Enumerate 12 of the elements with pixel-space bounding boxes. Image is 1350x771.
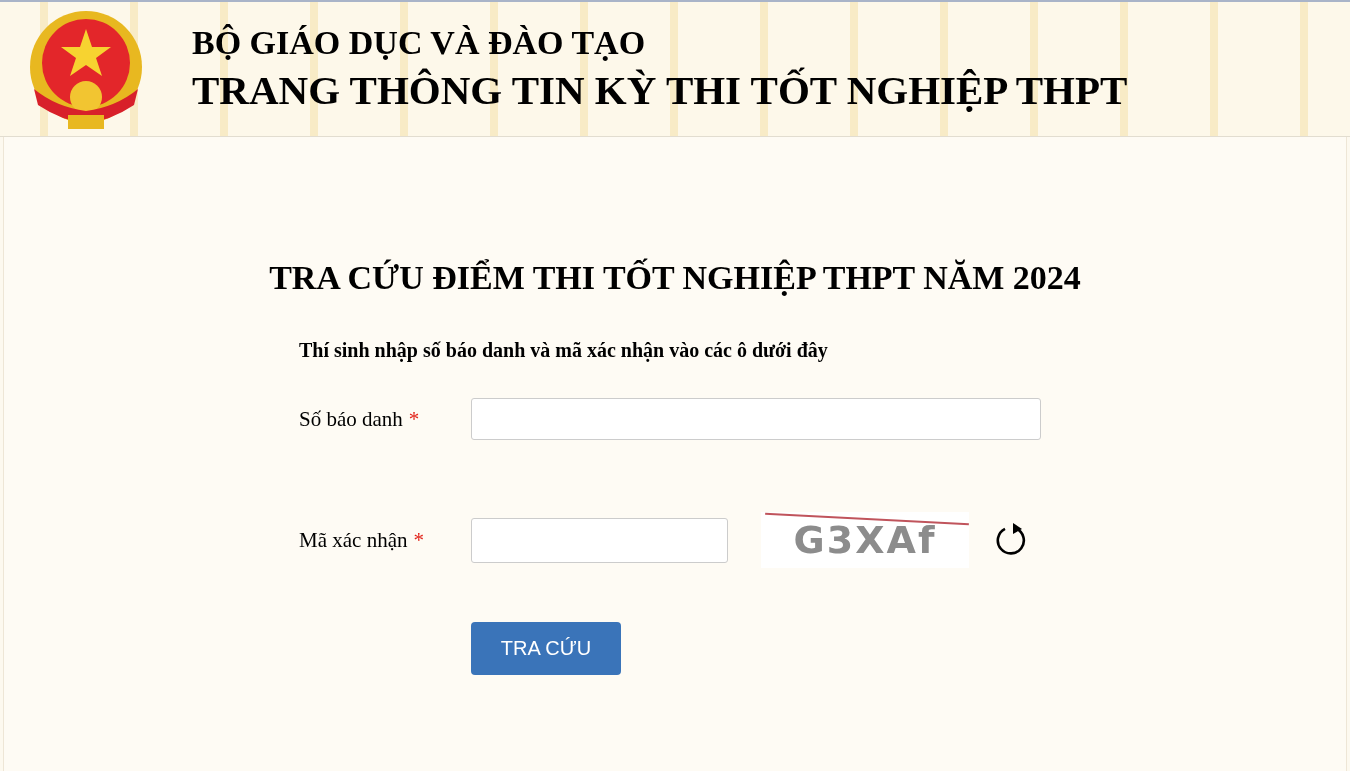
ministry-name: BỘ GIÁO DỤC VÀ ĐÀO TẠO	[192, 24, 647, 62]
instruction-text: Thí sinh nhập số báo danh và mã xác nhận vào các ô dưới đây	[299, 339, 829, 362]
field-label: Số báo danh	[299, 406, 403, 431]
page-heading: TRA CỨU ĐIỂM THI TỐT NGHIỆP THPT NĂM 2024	[269, 259, 1081, 297]
input-field[interactable]	[471, 517, 728, 563]
input-field[interactable]	[471, 398, 1041, 440]
field-label: Mã xác nhận	[299, 527, 408, 552]
captcha-image: G3XAf	[761, 512, 969, 568]
site-title: TRANG THÔNG TIN KỲ THI TỐT NGHIỆP THPT	[192, 66, 1128, 114]
search-button[interactable]: TRA CỨU	[471, 622, 621, 675]
required-mark: *	[408, 406, 420, 431]
required-mark: *	[413, 527, 424, 552]
